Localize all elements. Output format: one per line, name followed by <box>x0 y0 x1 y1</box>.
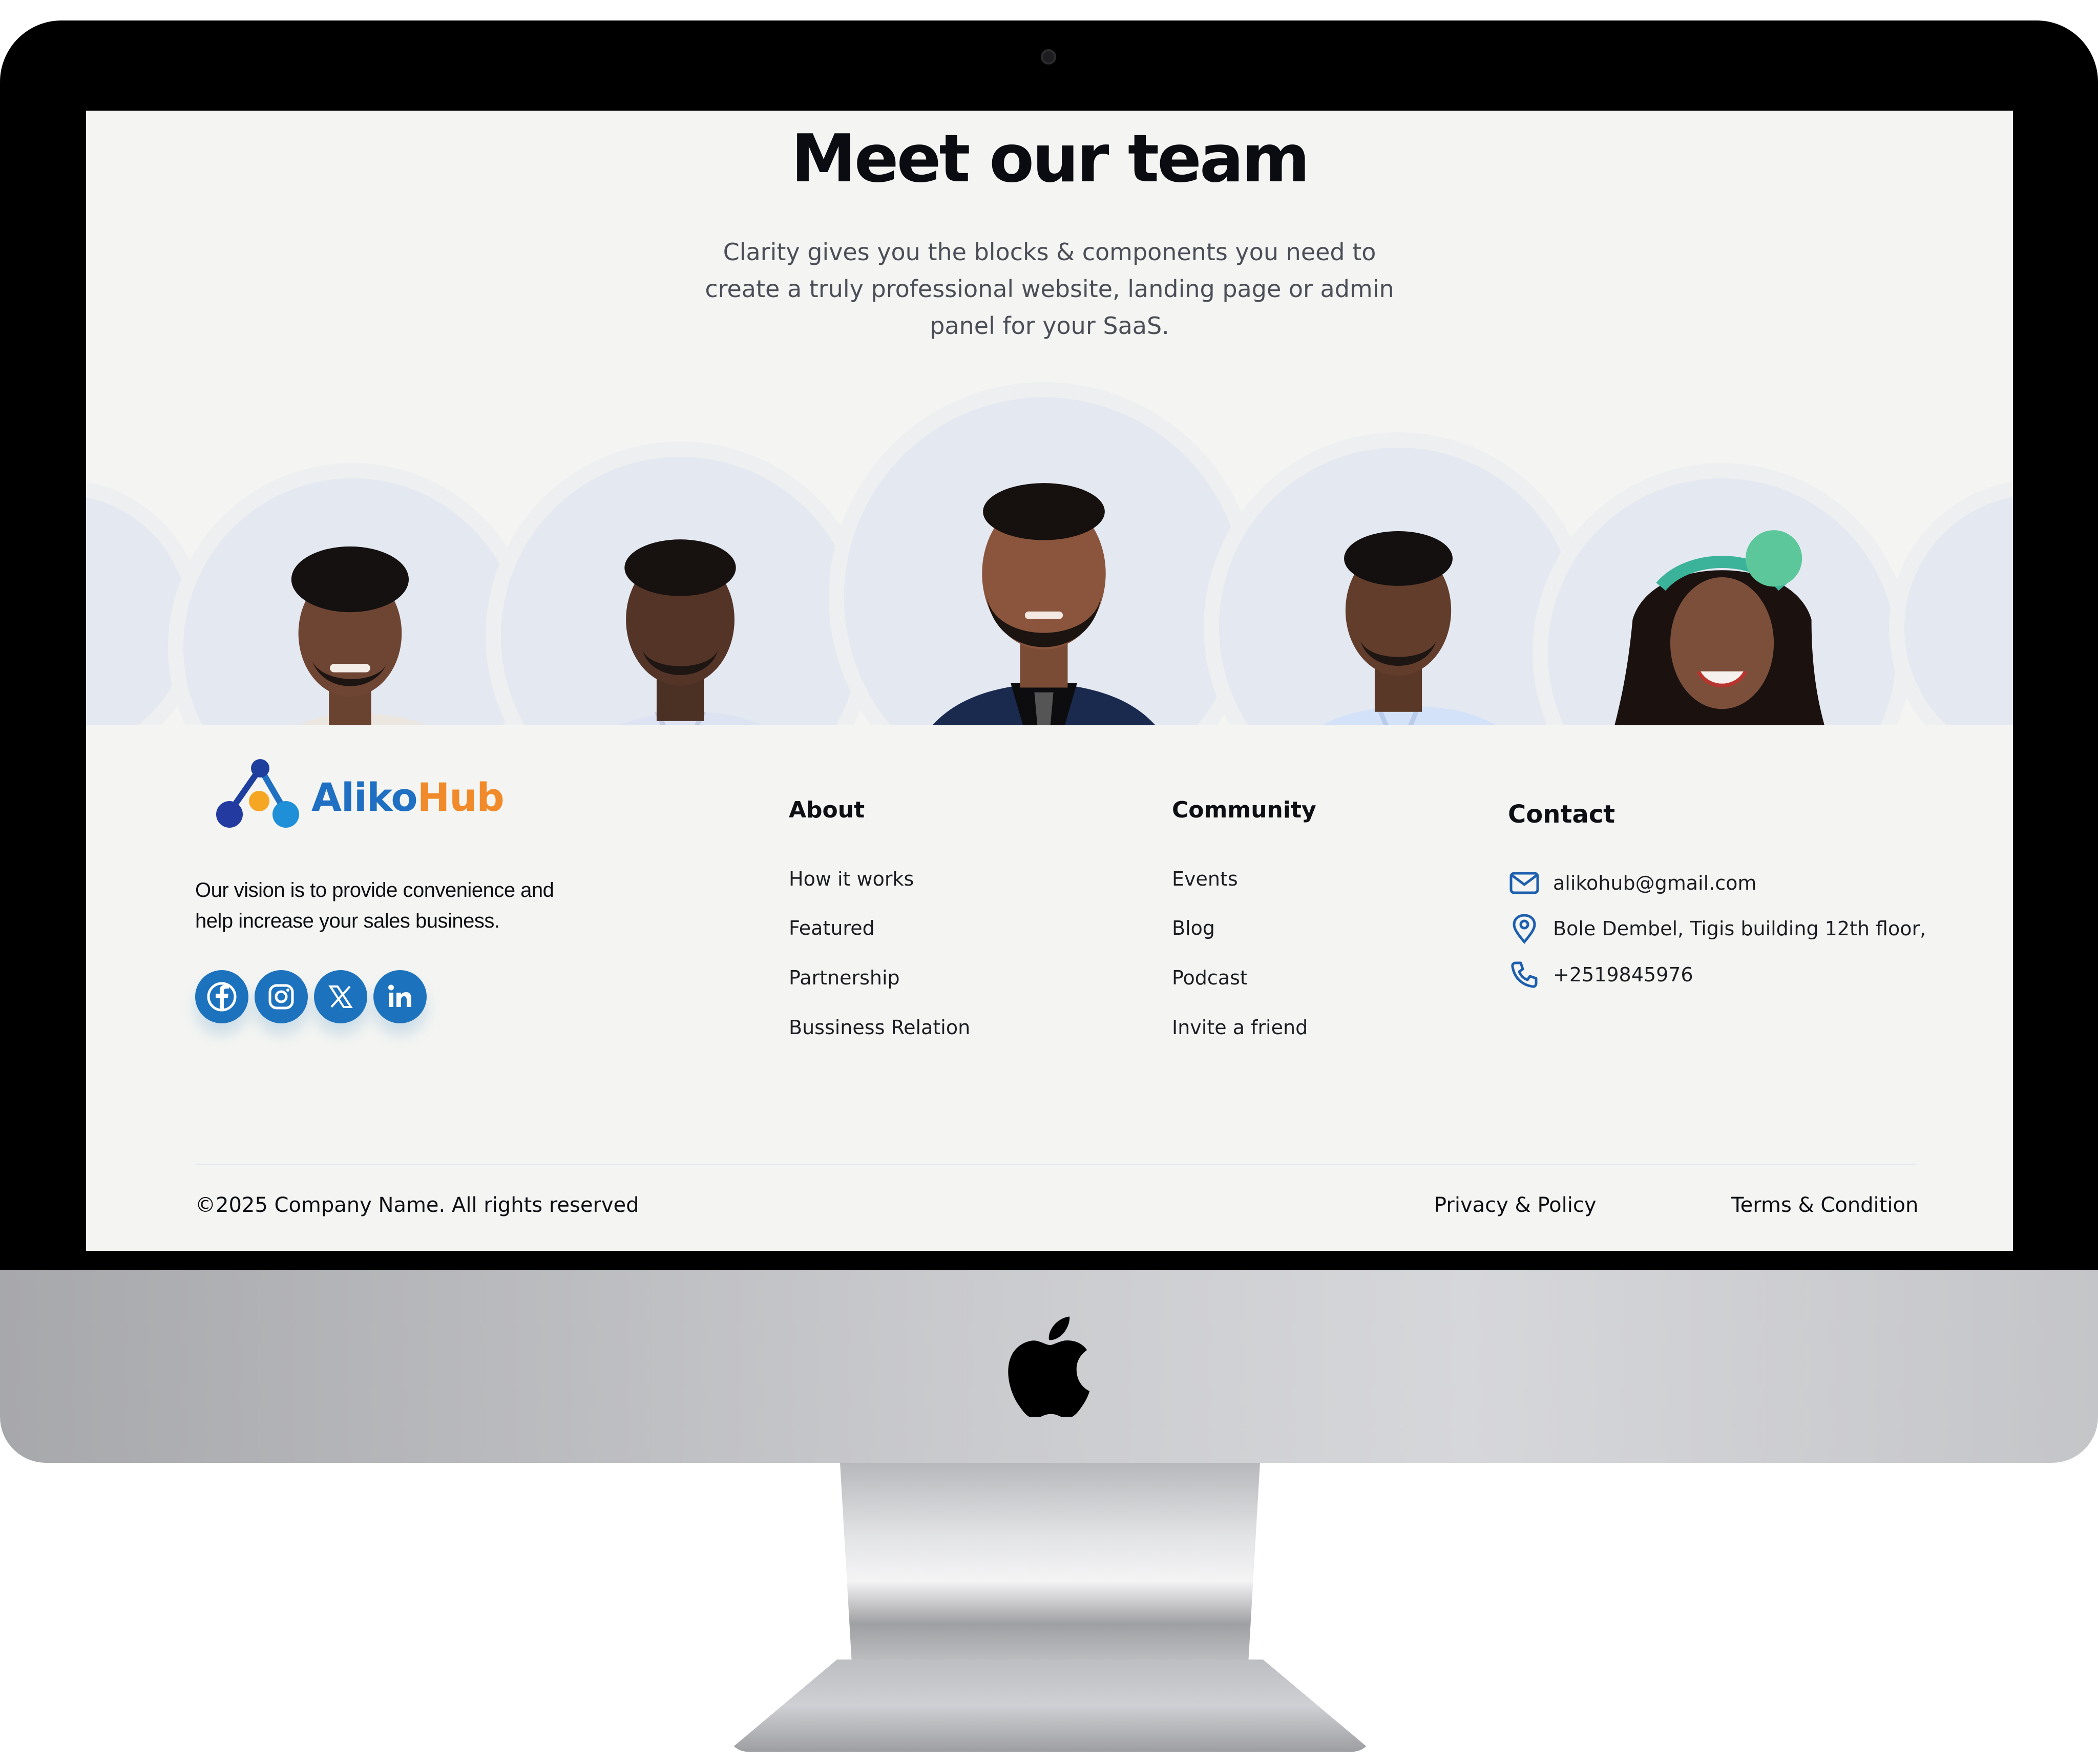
phone-icon <box>1508 958 1541 991</box>
community-link-invite-friend[interactable]: Invite a friend <box>1172 1016 1308 1039</box>
imac-device: Meet our team Clarity gives you the bloc… <box>0 0 2098 1764</box>
team-member-photo <box>291 546 426 725</box>
location-pin-icon <box>1508 912 1541 945</box>
community-link-blog[interactable]: Blog <box>1172 917 1215 939</box>
monitor-stand-neck <box>840 1463 1260 1678</box>
linkedin-icon[interactable] <box>373 970 427 1023</box>
contact-address-text: Bole Dembel, Tigis building 12th floor, <box>1553 917 1926 940</box>
footer-divider <box>195 1164 1917 1165</box>
about-link-partnership[interactable]: Partnership <box>789 967 900 989</box>
privacy-policy-link[interactable]: Privacy & Policy <box>1434 1193 1597 1217</box>
team-member-photo <box>1322 531 1496 725</box>
about-link-featured[interactable]: Featured <box>789 917 875 939</box>
contact-email-text: alikohub@gmail.com <box>1553 872 1757 894</box>
instagram-icon[interactable] <box>255 970 308 1023</box>
team-member-card <box>486 442 875 725</box>
x-icon[interactable] <box>314 970 367 1023</box>
community-link-events[interactable]: Events <box>1172 868 1238 890</box>
contact-phone[interactable]: +2519845976 <box>1508 959 1693 990</box>
copyright-text: ©2025 Company Name. All rights reserved <box>195 1193 639 1217</box>
team-member-card <box>829 382 1259 725</box>
screen: Meet our team Clarity gives you the bloc… <box>86 111 2013 1251</box>
about-link-how-it-works[interactable]: How it works <box>789 868 914 890</box>
team-section: Meet our team Clarity gives you the bloc… <box>86 111 2013 725</box>
social-links <box>195 970 427 1023</box>
community-title: Community <box>1172 797 1316 823</box>
team-member-card <box>1889 479 2013 725</box>
contact-address: Bole Dembel, Tigis building 12th floor, <box>1508 913 1926 944</box>
monitor-stand-foot <box>727 1660 1373 1752</box>
camera <box>1041 49 1056 65</box>
terms-condition-link[interactable]: Terms & Condition <box>1731 1193 1918 1217</box>
about-link-business-relation[interactable]: Bussiness Relation <box>789 1016 970 1039</box>
brand-name-part2: Hub <box>417 774 505 820</box>
brand-logo[interactable]: AlikoHub <box>209 756 537 833</box>
mail-icon <box>1508 867 1541 899</box>
community-link-podcast[interactable]: Podcast <box>1172 967 1248 989</box>
vision-text: Our vision is to provide convenience and… <box>195 879 554 932</box>
contact-email[interactable]: alikohub@gmail.com <box>1508 868 1756 898</box>
team-members <box>86 111 2013 725</box>
team-member-card <box>1533 463 1912 725</box>
team-member-card <box>168 463 537 725</box>
about-title: About <box>789 797 865 823</box>
team-member-photo <box>618 539 762 725</box>
brand-name-part1: Aliko <box>311 774 418 820</box>
team-member-photo <box>1614 530 1824 725</box>
team-member-photo <box>932 483 1156 725</box>
contact-title: Contact <box>1508 800 1616 829</box>
alikohub-logo-icon <box>216 759 299 828</box>
brand-name: AlikoHub <box>311 774 505 820</box>
facebook-icon[interactable] <box>195 970 248 1023</box>
apple-logo-icon <box>1008 1316 1090 1417</box>
footer: AlikoHub Our vision is to provide conven… <box>86 725 2013 1251</box>
contact-phone-text: +2519845976 <box>1553 963 1693 986</box>
